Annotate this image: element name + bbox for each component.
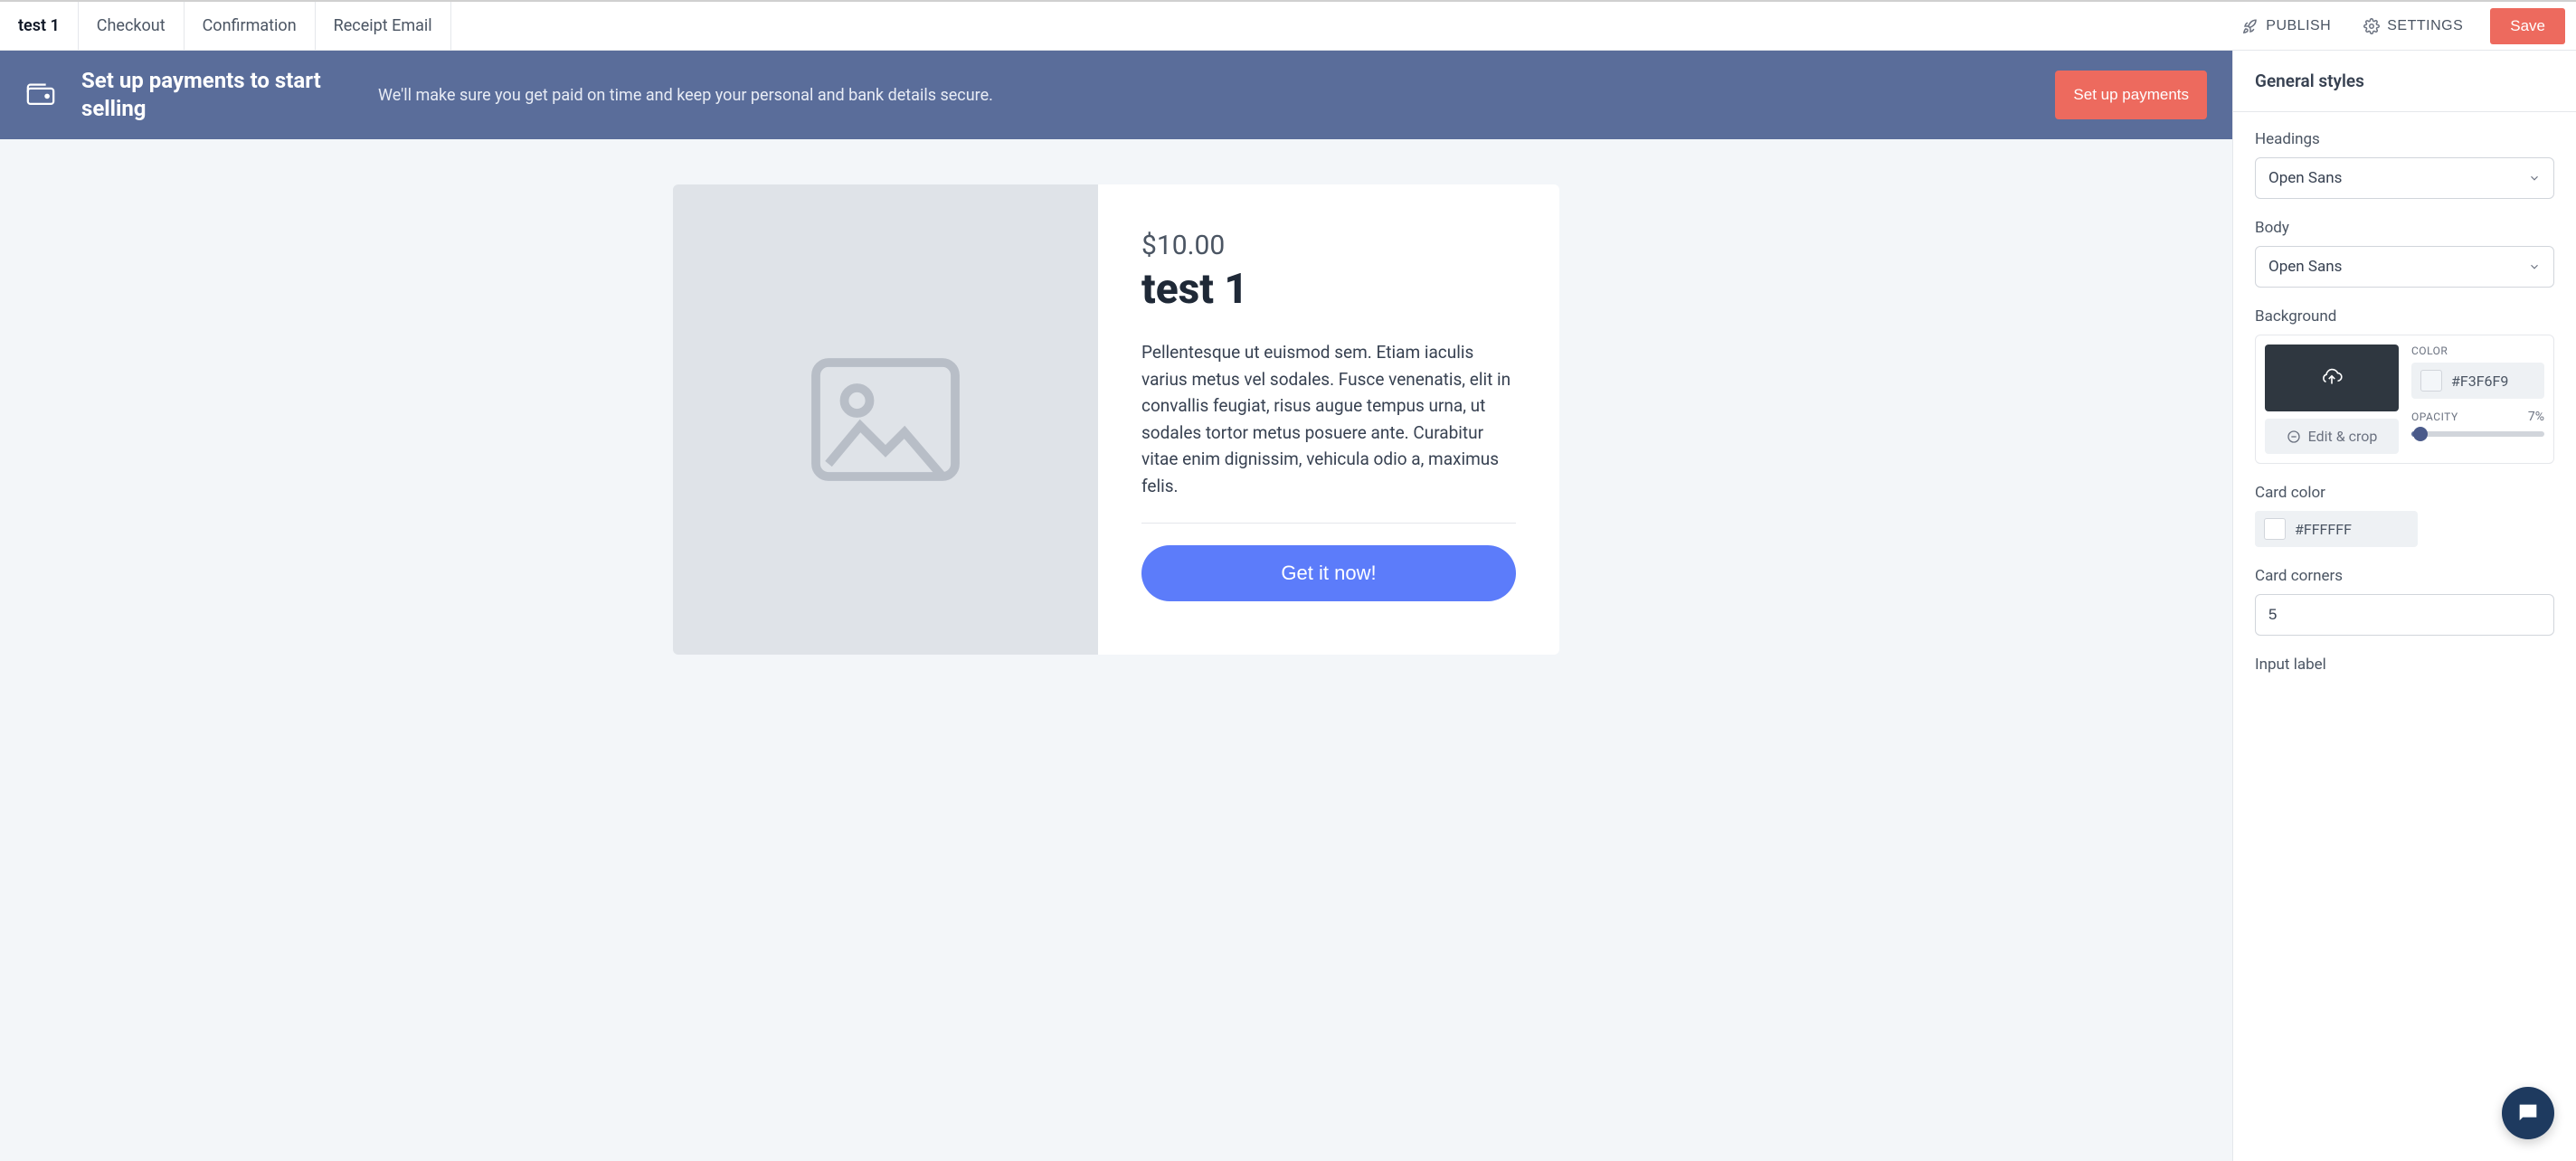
input-label-label: Input label bbox=[2255, 656, 2554, 674]
rocket-icon bbox=[2242, 18, 2259, 34]
cloud-upload-icon bbox=[2320, 368, 2344, 388]
card-color-swatch bbox=[2264, 518, 2286, 540]
background-section: Edit & crop COLOR #F3F6F9 bbox=[2255, 335, 2554, 464]
topbar-actions: PUBLISH SETTINGS Save bbox=[2230, 2, 2576, 50]
settings-panel: General styles Headings Open Sans Body O… bbox=[2232, 51, 2576, 1161]
card-color-value: #FFFFFF bbox=[2295, 521, 2352, 538]
chat-widget[interactable] bbox=[2502, 1087, 2554, 1139]
opacity-label: OPACITY bbox=[2411, 411, 2458, 423]
banner-desc: We'll make sure you get paid on time and… bbox=[378, 84, 2030, 107]
topbar: test 1 Checkout Confirmation Receipt Ema… bbox=[0, 2, 2576, 51]
background-upload[interactable] bbox=[2265, 345, 2399, 411]
card-corners-input[interactable] bbox=[2255, 594, 2554, 636]
cta-button[interactable]: Get it now! bbox=[1141, 545, 1516, 601]
image-icon bbox=[809, 356, 962, 483]
tab-confirmation[interactable]: Confirmation bbox=[185, 2, 316, 50]
product-description: Pellentesque ut euismod sem. Etiam iacul… bbox=[1141, 339, 1516, 499]
left-pane: Set up payments to start selling We'll m… bbox=[0, 51, 2232, 1161]
preview-canvas: $10.00 test 1 Pellentesque ut euismod se… bbox=[673, 184, 1559, 655]
bg-color-swatch bbox=[2420, 370, 2442, 392]
panel-header: General styles bbox=[2233, 51, 2576, 112]
card-color-input[interactable]: #FFFFFF bbox=[2255, 511, 2418, 547]
product-card: $10.00 test 1 Pellentesque ut euismod se… bbox=[1098, 184, 1559, 655]
bg-color-value: #F3F6F9 bbox=[2451, 373, 2508, 390]
opacity-value: 7% bbox=[2528, 410, 2544, 424]
banner-title: Set up payments to start selling bbox=[81, 67, 353, 123]
crop-icon bbox=[2287, 429, 2301, 444]
settings-button[interactable]: SETTINGS bbox=[2351, 11, 2476, 42]
payments-banner: Set up payments to start selling We'll m… bbox=[0, 51, 2232, 139]
bg-color-label: COLOR bbox=[2411, 345, 2544, 357]
product-image-placeholder[interactable] bbox=[673, 184, 1098, 655]
edit-crop-label: Edit & crop bbox=[2308, 428, 2378, 445]
tab-checkout[interactable]: Checkout bbox=[79, 2, 185, 50]
tab-receipt-email[interactable]: Receipt Email bbox=[316, 2, 451, 50]
headings-value: Open Sans bbox=[2268, 169, 2342, 187]
publish-button[interactable]: PUBLISH bbox=[2230, 11, 2344, 42]
chat-icon bbox=[2515, 1100, 2541, 1126]
opacity-slider[interactable] bbox=[2411, 431, 2544, 437]
body-select[interactable]: Open Sans bbox=[2255, 246, 2554, 288]
card-corners-label: Card corners bbox=[2255, 567, 2554, 585]
bg-color-input[interactable]: #F3F6F9 bbox=[2411, 363, 2544, 399]
edit-crop-button[interactable]: Edit & crop bbox=[2265, 419, 2399, 454]
product-title: test 1 bbox=[1141, 265, 1516, 314]
publish-label: PUBLISH bbox=[2266, 18, 2331, 34]
tabs: test 1 Checkout Confirmation Receipt Ema… bbox=[0, 2, 451, 50]
chevron-down-icon bbox=[2528, 260, 2541, 273]
settings-label: SETTINGS bbox=[2387, 18, 2463, 34]
headings-select[interactable]: Open Sans bbox=[2255, 157, 2554, 199]
divider bbox=[1141, 523, 1516, 524]
card-color-label: Card color bbox=[2255, 484, 2554, 502]
chevron-down-icon bbox=[2528, 172, 2541, 184]
gear-icon bbox=[2363, 18, 2380, 34]
background-label: Background bbox=[2255, 307, 2554, 326]
save-button[interactable]: Save bbox=[2490, 8, 2565, 44]
tab-test1[interactable]: test 1 bbox=[0, 2, 79, 50]
slider-thumb[interactable] bbox=[2413, 427, 2428, 441]
wallet-icon bbox=[25, 80, 56, 110]
body-value: Open Sans bbox=[2268, 258, 2342, 276]
headings-label: Headings bbox=[2255, 130, 2554, 148]
setup-payments-button[interactable]: Set up payments bbox=[2055, 71, 2207, 119]
body-label: Body bbox=[2255, 219, 2554, 237]
product-price: $10.00 bbox=[1141, 230, 1516, 261]
